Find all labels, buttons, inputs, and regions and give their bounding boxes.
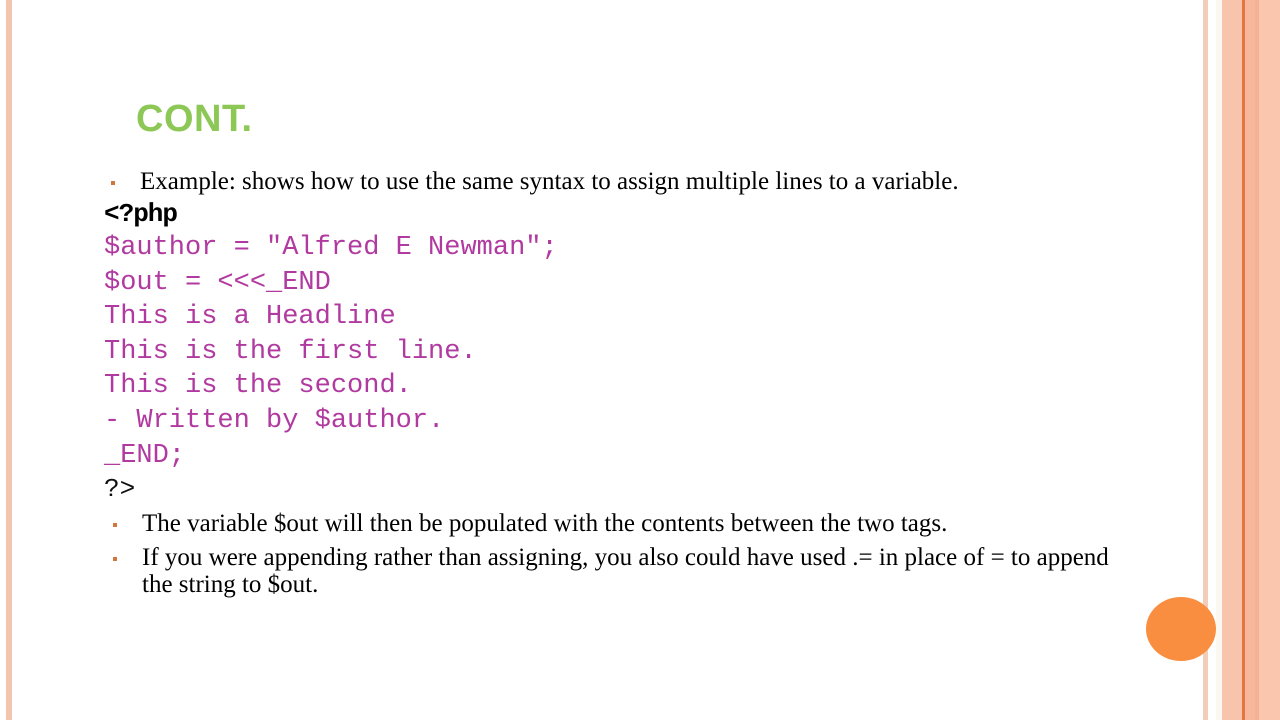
code-close-tag: ?> — [104, 474, 136, 505]
code-open-tag: <?php — [104, 199, 178, 229]
right-stripe-7 — [1259, 0, 1280, 720]
outro-bullet-list: The variable $out will then be populated… — [100, 510, 1130, 599]
code-line: This is a Headline — [104, 302, 396, 333]
code-line: $out = <<<_END — [104, 267, 331, 298]
list-item: Example: shows how to use the same synta… — [100, 168, 1130, 195]
slide-canvas: CONT. Example: shows how to use the same… — [0, 0, 1280, 720]
page-title: CONT. — [136, 98, 253, 140]
right-stripe-3 — [1222, 0, 1242, 720]
list-item: The variable $out will then be populated… — [100, 510, 1130, 538]
slide-body: Example: shows how to use the same synta… — [100, 168, 1130, 599]
list-item: If you were appending rather than assign… — [100, 544, 1130, 599]
right-stripe-5 — [1245, 0, 1255, 720]
code-line: This is the second. — [104, 371, 412, 402]
code-line: $author = "Alfred E Newman"; — [104, 233, 558, 264]
code-line: This is the first line. — [104, 336, 477, 367]
code-line: - Written by $author. — [104, 406, 445, 436]
code-line: _END; — [104, 440, 186, 471]
slide-content: CONT. Example: shows how to use the same… — [0, 0, 1160, 720]
